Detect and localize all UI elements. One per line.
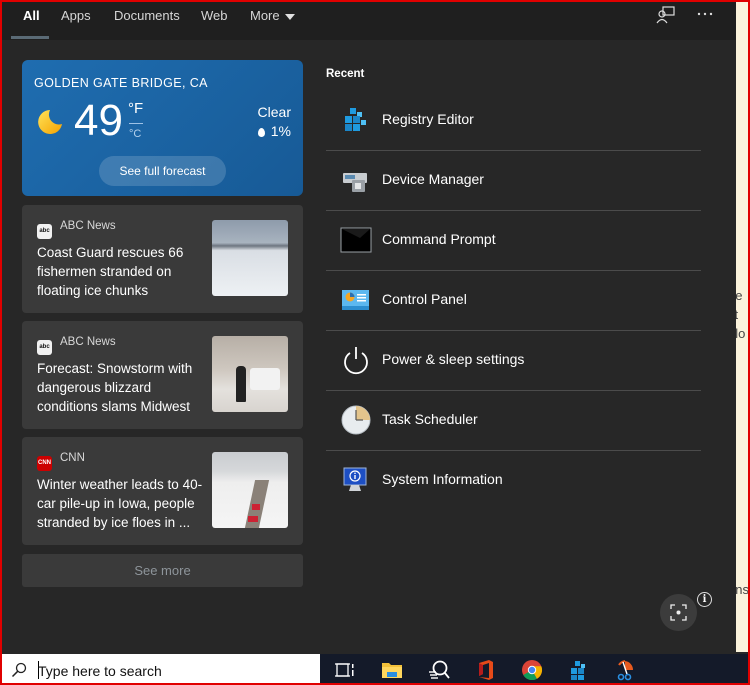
car-shape <box>250 368 280 390</box>
unit-fahrenheit[interactable]: °F <box>128 100 143 117</box>
news-thumbnail-ice <box>212 220 288 296</box>
news-source-label: ABC News <box>60 220 116 232</box>
more-options-icon[interactable] <box>697 12 713 16</box>
recent-item-label: Task Scheduler <box>382 411 478 427</box>
search-scope-bar: All Apps Documents Web More <box>0 0 736 40</box>
office-icon[interactable] <box>474 659 498 681</box>
registry-editor-icon <box>345 108 366 131</box>
search-app-icon[interactable] <box>427 659 451 681</box>
news-thumbnail-snowstorm <box>212 336 288 412</box>
system-information-icon <box>343 467 367 491</box>
visual-search-icon <box>670 604 687 621</box>
news-headline[interactable]: Forecast: Snowstorm with dangerous blizz… <box>37 359 205 416</box>
visual-search-button[interactable] <box>660 594 697 631</box>
news-source-label: ABC News <box>60 336 116 348</box>
command-prompt-icon <box>340 227 372 253</box>
recent-item-label: Registry Editor <box>382 111 474 127</box>
news-headline[interactable]: Winter weather leads to 40-car pile-up i… <box>37 475 205 532</box>
recent-item-command-prompt[interactable]: Command Prompt <box>326 210 701 270</box>
tab-all[interactable]: All <box>23 8 40 23</box>
vehicle-shape <box>252 504 260 510</box>
taskbar-search-box[interactable]: Type here to search <box>2 654 320 685</box>
recent-item-task-scheduler[interactable]: Task Scheduler <box>326 390 701 450</box>
news-card[interactable]: CNN CNN Winter weather leads to 40-car pi… <box>22 437 303 545</box>
search-icon <box>11 662 27 678</box>
snipping-tool-icon[interactable] <box>613 659 637 681</box>
see-full-forecast-button[interactable]: See full forecast <box>99 156 226 186</box>
tab-apps[interactable]: Apps <box>61 8 91 23</box>
recent-item-control-panel[interactable]: Control Panel <box>326 270 701 330</box>
weather-condition: Clear <box>257 104 291 120</box>
weather-card[interactable]: GOLDEN GATE BRIDGE, CA 49 °F °C Clear 1%… <box>22 60 303 196</box>
abc-news-logo-icon: abc <box>37 224 52 239</box>
power-icon <box>344 347 368 375</box>
control-panel-icon <box>342 290 369 310</box>
recent-item-device-manager[interactable]: Device Manager <box>326 150 701 210</box>
background-text: ge <box>736 288 743 303</box>
recent-item-registry-editor[interactable]: Registry Editor <box>326 90 701 150</box>
search-input[interactable]: Type here to search <box>38 663 162 679</box>
weather-precipitation: 1% <box>257 123 291 139</box>
task-view-icon[interactable] <box>333 659 357 681</box>
chevron-down-icon <box>284 13 295 20</box>
feedback-icon[interactable] <box>656 6 676 24</box>
news-headline[interactable]: Coast Guard rescues 66 fishermen strande… <box>37 243 205 300</box>
news-source: CNN CNN <box>37 452 85 471</box>
raindrop-icon <box>257 128 265 137</box>
registry-editor-taskbar-icon[interactable] <box>567 659 591 681</box>
pedestrian-figure <box>236 366 246 402</box>
vehicle-shape <box>248 516 258 522</box>
background-text: ct <box>736 307 739 322</box>
unit-divider <box>129 123 143 124</box>
moon-icon <box>38 110 62 134</box>
info-icon[interactable]: i <box>697 592 712 607</box>
tab-more[interactable]: More <box>250 8 295 23</box>
background-text: ens <box>736 582 749 597</box>
background-window-edge: ge ct alo ens <box>736 0 750 652</box>
weather-temperature: 49 <box>74 96 123 145</box>
news-source: abc ABC News <box>37 220 116 239</box>
news-card[interactable]: abc ABC News Forecast: Snowstorm with dan… <box>22 321 303 429</box>
recent-item-system-information[interactable]: System Information <box>326 450 701 510</box>
recent-item-label: Command Prompt <box>382 231 496 247</box>
background-text: alo <box>736 326 746 341</box>
recent-item-label: Power & sleep settings <box>382 351 525 367</box>
device-manager-icon <box>343 173 367 192</box>
recent-item-label: System Information <box>382 471 503 487</box>
precip-value: 1% <box>270 123 291 139</box>
recent-item-power-sleep-settings[interactable]: Power & sleep settings <box>326 330 701 390</box>
news-thumbnail-highway <box>212 452 288 528</box>
file-explorer-icon[interactable] <box>380 659 404 681</box>
unit-celsius[interactable]: °C <box>129 128 141 140</box>
abc-news-logo-icon: abc <box>37 340 52 355</box>
news-source-label: CNN <box>60 452 85 464</box>
news-source: abc ABC News <box>37 336 116 355</box>
recent-heading: Recent <box>326 68 365 80</box>
see-more-button[interactable]: See more <box>22 554 303 587</box>
task-scheduler-icon <box>341 405 371 435</box>
tab-documents[interactable]: Documents <box>114 8 180 23</box>
weather-location: GOLDEN GATE BRIDGE, CA <box>34 76 208 90</box>
chrome-icon[interactable] <box>520 659 544 681</box>
tab-more-label: More <box>250 8 280 23</box>
cnn-logo-icon: CNN <box>37 456 52 471</box>
news-card[interactable]: abc ABC News Coast Guard rescues 66 fishe… <box>22 205 303 313</box>
recent-item-label: Control Panel <box>382 291 467 307</box>
active-tab-indicator <box>11 36 49 39</box>
recent-item-label: Device Manager <box>382 171 484 187</box>
tab-web[interactable]: Web <box>201 8 228 23</box>
